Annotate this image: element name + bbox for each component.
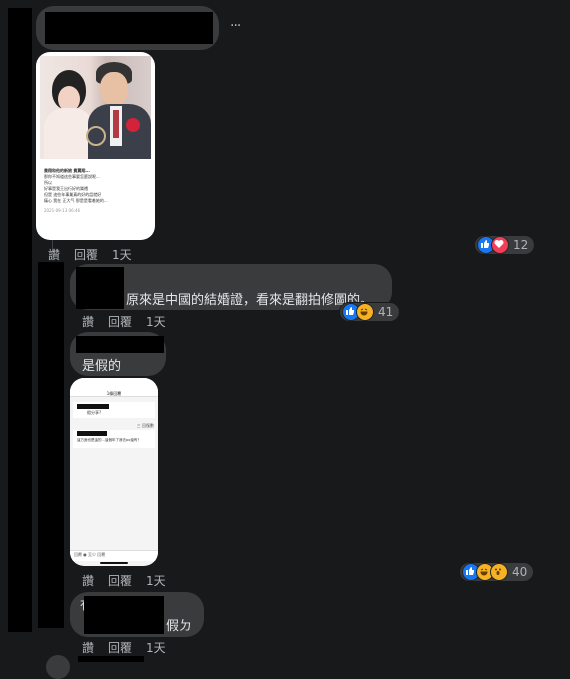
comment-actions: 讚 回覆 1天 xyxy=(48,246,132,263)
redacted-author-name xyxy=(76,267,124,309)
redacted-author-name xyxy=(84,596,164,634)
reply-button[interactable]: 回覆 xyxy=(108,572,132,589)
reaction-summary[interactable]: 40 xyxy=(460,563,534,581)
reaction-count: 12 xyxy=(513,238,529,252)
reaction-count: 41 xyxy=(378,305,394,319)
photo-image xyxy=(40,56,151,159)
timestamp[interactable]: 1天 xyxy=(146,313,166,330)
reply-text: 原來是中國的結婚證，看來是翻拍修圖的。 xyxy=(126,293,374,308)
redacted-author-name xyxy=(76,336,164,353)
redacted-avatar-column xyxy=(8,8,32,632)
avatar[interactable] xyxy=(46,655,70,679)
more-options-button[interactable]: ··· xyxy=(230,18,241,34)
comment-photo[interactable]: 費翔和他的新娘 費翼翔... 那你不知道這些事要怎麼說呢... 所以 好事是我王… xyxy=(36,52,155,240)
like-button[interactable]: 讚 xyxy=(82,572,94,589)
reply-actions: 讚 回覆 1天 xyxy=(82,639,166,656)
timestamp[interactable]: 1天 xyxy=(112,246,132,263)
timestamp[interactable]: 1天 xyxy=(146,639,166,656)
reply-text: 假ㄉ xyxy=(166,619,193,634)
reaction-summary[interactable]: 12 xyxy=(475,236,535,254)
redacted-next-comment xyxy=(78,656,144,662)
photo-caption: 費翔和他的新娘 費翼翔... 那你不知道這些事要怎麼說呢... 所以 好事是我王… xyxy=(44,168,108,213)
reply-actions: 讚 回覆 1天 xyxy=(82,313,166,330)
reply-screenshot[interactable]: 1條回覆 假分享? 三 回復數 這方面也是這的…這個年了我去po還有？ 回覆 ●… xyxy=(70,378,158,566)
wow-icon xyxy=(490,563,508,581)
reply-bubble: 原來是中國的結婚證，看來是翻拍修圖的。 xyxy=(70,264,392,310)
reply-button[interactable]: 回覆 xyxy=(108,639,132,656)
reaction-count: 40 xyxy=(512,565,528,579)
reply-text: 是假的 xyxy=(82,359,122,374)
comment-bubble xyxy=(36,6,219,50)
timestamp[interactable]: 1天 xyxy=(146,572,166,589)
reply-bubble: 是假的 xyxy=(70,332,166,376)
reply-button[interactable]: 回覆 xyxy=(108,313,132,330)
redacted-avatar-column-2 xyxy=(38,262,64,628)
like-button[interactable]: 讚 xyxy=(82,313,94,330)
redacted-author-name xyxy=(45,12,213,44)
like-button[interactable]: 讚 xyxy=(48,246,60,263)
reply-bubble: 有 假ㄉ xyxy=(70,592,204,637)
reply-button[interactable]: 回覆 xyxy=(74,246,98,263)
haha-icon xyxy=(356,303,374,321)
like-button[interactable]: 讚 xyxy=(82,639,94,656)
reply-actions: 讚 回覆 1天 xyxy=(82,572,166,589)
love-icon xyxy=(491,236,509,254)
reaction-summary[interactable]: 41 xyxy=(340,303,400,321)
